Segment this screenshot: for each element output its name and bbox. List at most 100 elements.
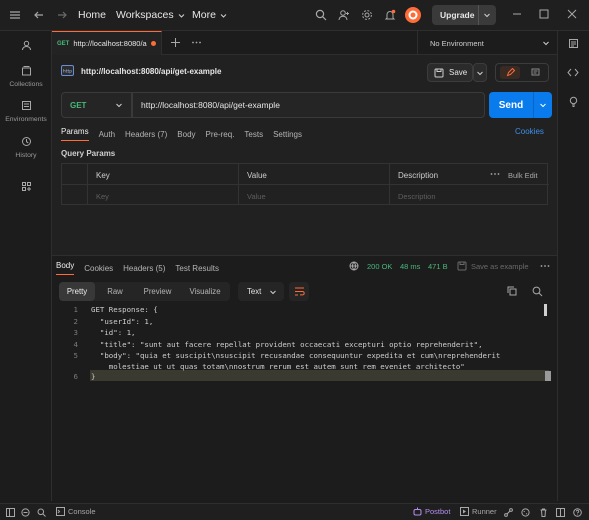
tab-headers[interactable]: Headers (7) (125, 130, 167, 139)
tab-headers-label: Headers (7) (125, 129, 168, 139)
tab-settings[interactable]: Settings (273, 130, 302, 139)
help-icon[interactable] (573, 508, 582, 517)
tab-response-cookies[interactable]: Cookies (84, 264, 113, 273)
documentation-icon[interactable] (568, 38, 579, 49)
proxy-icon[interactable] (504, 508, 513, 517)
tab-response-headers[interactable]: Headers (5) (123, 264, 165, 273)
code-line: 3 "id": 1, (58, 327, 136, 339)
url-input[interactable]: http://localhost:8080/api/get-example (132, 92, 485, 118)
method-select[interactable]: GET (61, 92, 132, 118)
find-icon[interactable] (37, 508, 46, 517)
code-icon[interactable] (567, 67, 579, 78)
bell-icon[interactable] (384, 9, 396, 21)
chevron-down-icon (178, 13, 184, 18)
minimize-icon[interactable] (512, 9, 522, 19)
sidebar-item-collections[interactable]: Collections (0, 63, 52, 88)
copy-icon[interactable] (507, 286, 517, 296)
unsaved-dot-icon (151, 41, 157, 46)
tab-body[interactable]: Body (177, 130, 195, 139)
send-button[interactable]: Send (489, 92, 552, 118)
code-line: 6 } (58, 371, 96, 383)
tab-request[interactable]: GET http://localhost:8080/a (52, 31, 162, 55)
upgrade-button[interactable]: Upgrade (432, 5, 496, 25)
more-options-icon[interactable] (490, 170, 500, 178)
code-text: molestiae ut ut quas totam\nnostrum reru… (91, 362, 465, 372)
avatar[interactable] (405, 7, 421, 23)
runner-icon (460, 507, 469, 516)
chevron-down-icon[interactable] (478, 5, 491, 25)
chevron-down-icon (270, 290, 276, 294)
svg-text:http: http (63, 69, 72, 75)
response-tabs: Body Cookies Headers (5) Test Results (56, 261, 219, 275)
console-button[interactable]: Console (56, 507, 96, 516)
nav-workspaces[interactable]: Workspaces (116, 9, 186, 21)
gear-icon[interactable] (361, 9, 373, 21)
back-arrow-icon[interactable] (33, 9, 45, 21)
value-input[interactable]: Value (247, 192, 266, 201)
scrollbar-thumb[interactable] (544, 304, 547, 316)
runner-button[interactable]: Runner (460, 507, 497, 516)
maximize-icon[interactable] (539, 9, 549, 19)
key-input[interactable]: Key (96, 192, 109, 201)
runner-label: Runner (472, 507, 497, 516)
online-status-icon[interactable] (21, 508, 30, 517)
search-icon[interactable] (532, 286, 543, 297)
column-description: Description (398, 171, 439, 180)
chevron-down-icon (477, 71, 483, 75)
save-as-example-button[interactable]: Save as example (471, 262, 529, 271)
sidebar-item-environments[interactable]: Environments (0, 98, 52, 123)
response-body-editor[interactable]: 1 GET Response: { 2 "userId": 1, 3 "id":… (52, 304, 557, 394)
new-tab-icon[interactable] (170, 37, 181, 48)
sidebar-item-apps[interactable] (0, 179, 52, 194)
forward-arrow-icon[interactable] (56, 9, 68, 21)
save-options-button[interactable] (473, 63, 487, 82)
cookies-link[interactable]: Cookies (515, 127, 544, 136)
globe-icon[interactable] (349, 261, 359, 271)
http-request-icon: http (61, 65, 74, 76)
postbot-button[interactable]: Postbot (413, 507, 450, 516)
code-line: 4 "title": "sunt aut facere repellat pro… (58, 339, 483, 351)
cookies-icon[interactable] (521, 508, 530, 517)
description-input[interactable]: Description (398, 192, 436, 201)
right-sidebar (557, 31, 589, 501)
line-number: 2 (73, 316, 78, 326)
more-tabs-icon[interactable] (191, 37, 202, 48)
save-button[interactable]: Save (427, 63, 473, 82)
menu-icon[interactable] (9, 9, 21, 21)
trash-icon[interactable] (539, 508, 548, 517)
comments-icon[interactable] (525, 66, 545, 79)
edit-icon[interactable] (500, 66, 520, 79)
sidebar-item-account[interactable] (0, 38, 52, 53)
toggle-sidebar-icon[interactable] (6, 508, 15, 517)
layout-icon[interactable] (556, 508, 565, 517)
tab-pre-request[interactable]: Pre-req. (206, 130, 235, 139)
tab-response-body[interactable]: Body (56, 261, 75, 275)
tab-params[interactable]: Params (61, 127, 89, 141)
invite-user-icon[interactable] (338, 9, 350, 21)
tab-auth[interactable]: Auth (99, 130, 115, 139)
tab-tests[interactable]: Tests (244, 130, 263, 139)
tab-test-results[interactable]: Test Results (175, 264, 219, 273)
view-preview[interactable]: Preview (135, 287, 180, 296)
view-raw[interactable]: Raw (95, 287, 135, 296)
view-pretty[interactable]: Pretty (59, 282, 95, 301)
save-label: Save (449, 68, 468, 77)
lightbulb-icon[interactable] (568, 96, 579, 107)
nav-home[interactable]: Home (78, 9, 106, 21)
line-number: 3 (73, 328, 78, 338)
send-options-button[interactable] (533, 92, 552, 118)
response-size: 471 B (428, 262, 448, 271)
sidebar-item-history[interactable]: History (0, 134, 52, 159)
chevron-down-icon (543, 41, 549, 46)
wrap-lines-icon[interactable] (289, 282, 309, 301)
nav-more[interactable]: More (192, 9, 228, 21)
more-options-icon[interactable] (540, 263, 550, 269)
environment-selector[interactable]: No Environment (417, 31, 557, 55)
send-label: Send (498, 99, 524, 111)
format-select[interactable]: Text (238, 282, 284, 301)
search-icon[interactable] (315, 9, 327, 21)
status-code: 200 OK (367, 262, 393, 271)
view-visualize[interactable]: Visualize (180, 287, 230, 296)
close-icon[interactable] (567, 9, 577, 19)
bulk-edit-button[interactable]: Bulk Edit (508, 171, 538, 180)
